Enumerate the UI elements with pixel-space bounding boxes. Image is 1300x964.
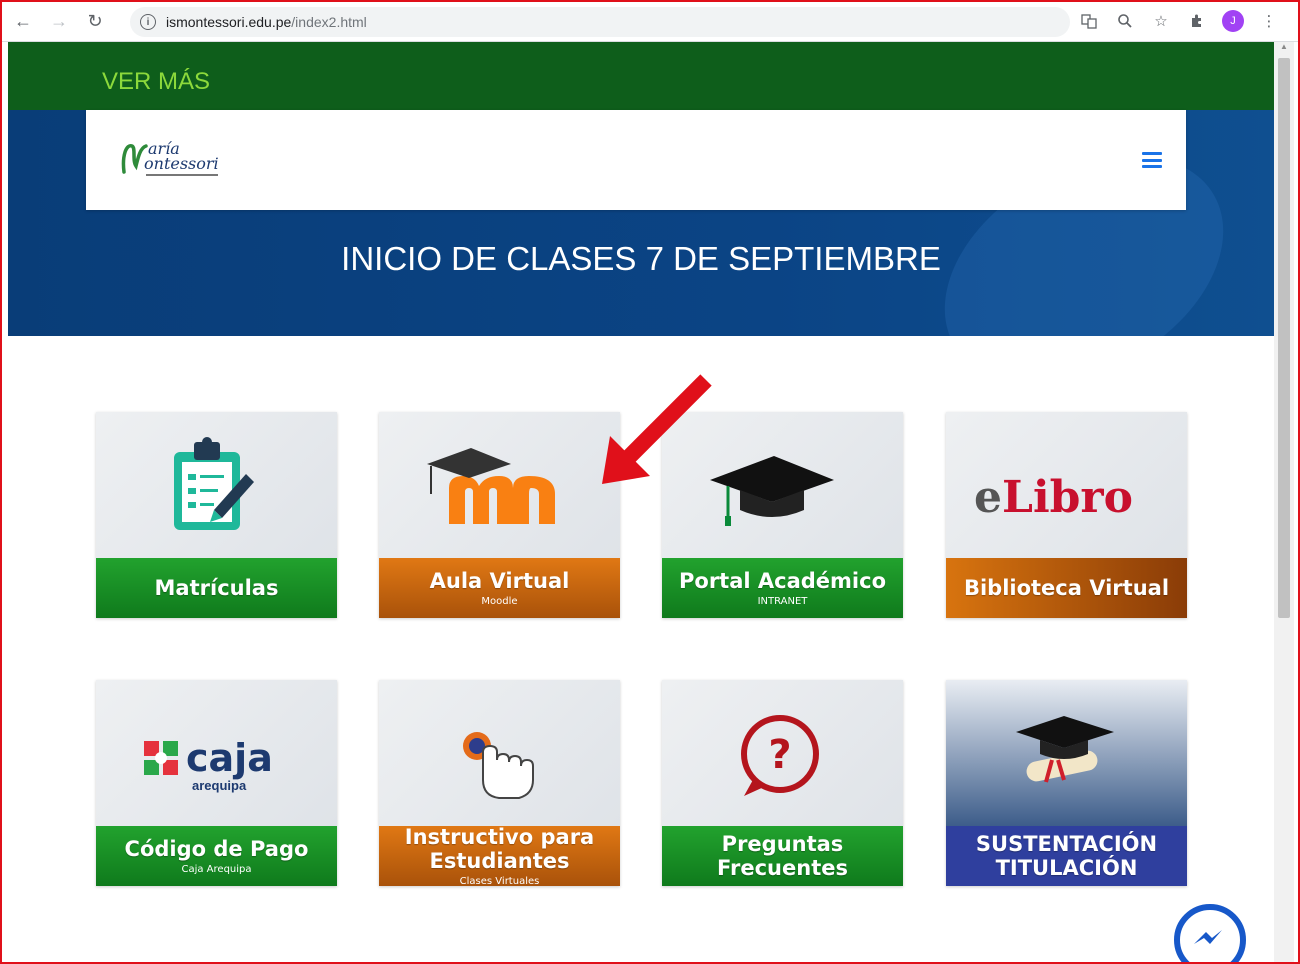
- codigo-de-pago-image: caja arequipa: [96, 680, 337, 826]
- aula-virtual-band: Aula Virtual Moodle: [379, 558, 620, 618]
- clipboard-icon: [174, 437, 254, 530]
- translate-icon[interactable]: [1078, 10, 1100, 32]
- web-page: VER MÁS aría ontessori INICIO DE CLASES …: [8, 42, 1274, 964]
- caja-word: caja: [186, 736, 273, 780]
- card-title: Instructivo para Estudiantes: [404, 825, 595, 873]
- ver-mas-link[interactable]: VER MÁS: [102, 68, 210, 96]
- messenger-chat-icon[interactable]: [1174, 904, 1246, 964]
- sustentacion-band: SUSTENTACIÓN TITULACIÓN: [946, 826, 1187, 886]
- back-icon[interactable]: ←: [8, 7, 38, 37]
- instructivo-band: Instructivo para Estudiantes Clases Virt…: [379, 825, 620, 886]
- sustentacion-image: [946, 680, 1187, 826]
- matriculas-band: Matrículas: [96, 558, 337, 618]
- bookmark-star-icon[interactable]: ☆: [1150, 10, 1172, 32]
- card-subtitle: INTRANET: [757, 596, 808, 607]
- card-aula-virtual[interactable]: Aula Virtual Moodle: [379, 412, 620, 618]
- card-title: Biblioteca Virtual: [963, 576, 1170, 600]
- biblioteca-virtual-image: eLibro: [946, 412, 1187, 558]
- codigo-de-pago-band: Código de Pago Caja Arequipa: [96, 826, 337, 886]
- page-scrollbar[interactable]: ▲: [1274, 42, 1294, 964]
- caja-sub: arequipa: [192, 778, 247, 793]
- card-matriculas[interactable]: Matrículas: [96, 412, 337, 618]
- matriculas-image: [96, 412, 337, 558]
- montessori-logo[interactable]: aría ontessori: [120, 138, 230, 182]
- card-title: Portal Académico: [679, 569, 886, 593]
- profile-avatar[interactable]: J: [1222, 10, 1244, 32]
- zoom-icon[interactable]: [1114, 10, 1136, 32]
- card-subtitle: Moodle: [481, 596, 518, 607]
- annotation-arrow-icon: [602, 374, 712, 484]
- address-bar[interactable]: i ismontessori.edu.pe/index2.html: [130, 7, 1070, 37]
- card-sustentacion[interactable]: SUSTENTACIÓN TITULACIÓN: [946, 680, 1187, 886]
- site-info-icon[interactable]: i: [140, 14, 156, 30]
- card-title: Matrículas: [154, 576, 279, 600]
- elibro-logo: eLibro: [974, 472, 1133, 523]
- card-preguntas-frecuentes[interactable]: ? Preguntas Frecuentes: [662, 680, 903, 886]
- preguntas-frecuentes-image: ?: [662, 680, 903, 826]
- logo-text-2: ontessori: [144, 154, 219, 173]
- site-navbar: aría ontessori: [86, 110, 1186, 210]
- scroll-up-icon[interactable]: ▲: [1274, 42, 1294, 56]
- hand-pointer-icon: [463, 732, 534, 799]
- question-bubble-icon: ?: [741, 715, 819, 796]
- card-codigo-de-pago[interactable]: caja arequipa Código de Pago Caja Arequi…: [96, 680, 337, 886]
- preguntas-frecuentes-band: Preguntas Frecuentes: [662, 826, 903, 886]
- hero-title: INICIO DE CLASES 7 DE SEPTIEMBRE: [341, 240, 941, 277]
- card-biblioteca-virtual[interactable]: eLibro Biblioteca Virtual: [946, 412, 1187, 618]
- caja-arequipa-logo: caja arequipa: [144, 736, 273, 793]
- instructivo-image: [379, 680, 620, 826]
- card-title: Preguntas Frecuentes: [717, 832, 848, 880]
- caja-mark-icon: [144, 741, 178, 775]
- top-bar: VER MÁS: [8, 42, 1274, 110]
- moodle-logo-icon: [427, 448, 555, 524]
- forward-icon[interactable]: →: [44, 7, 74, 37]
- card-subtitle: Clases Virtuales: [459, 876, 540, 886]
- menu-kebab-icon[interactable]: ⋮: [1258, 10, 1280, 32]
- diploma-cap-icon: [1016, 716, 1114, 783]
- card-subtitle: Caja Arequipa: [181, 864, 252, 875]
- biblioteca-virtual-band: Biblioteca Virtual: [946, 558, 1187, 618]
- reload-icon[interactable]: ↻: [80, 7, 110, 37]
- portal-academico-band: Portal Académico INTRANET: [662, 558, 903, 618]
- card-title: Aula Virtual: [429, 569, 570, 593]
- aula-virtual-image: [379, 412, 620, 558]
- hamburger-menu-icon[interactable]: [1142, 152, 1162, 168]
- url-host: ismontessori.edu.pe: [166, 14, 292, 30]
- scroll-thumb[interactable]: [1278, 58, 1290, 618]
- url-path: /index2.html: [291, 14, 367, 30]
- card-title: SUSTENTACIÓN TITULACIÓN: [975, 832, 1158, 880]
- browser-toolbar: ← → ↻ i ismontessori.edu.pe/index2.html …: [2, 2, 1298, 42]
- extensions-icon[interactable]: [1186, 10, 1208, 32]
- svg-text:?: ?: [768, 732, 791, 778]
- card-instructivo[interactable]: Instructivo para Estudiantes Clases Virt…: [379, 680, 620, 886]
- card-title: Código de Pago: [124, 837, 309, 861]
